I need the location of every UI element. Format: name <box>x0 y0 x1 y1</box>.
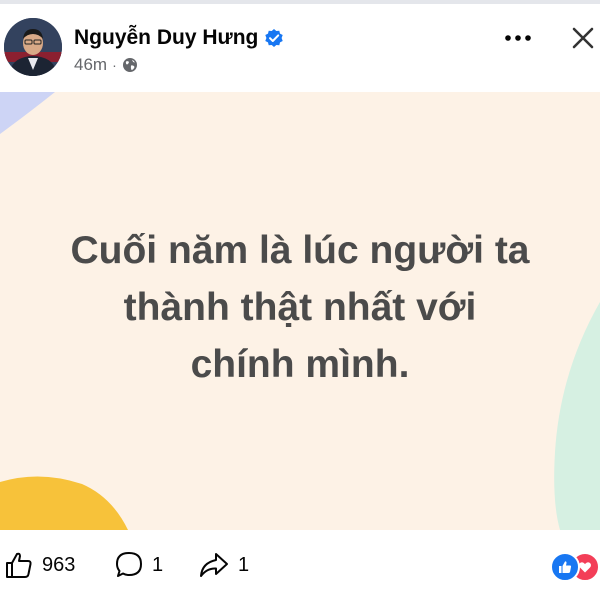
post-text-line: Cuối năm là lúc người ta <box>70 229 530 272</box>
post-background: Cuối năm là lúc người ta thành thật nhất… <box>0 92 600 530</box>
post-text-line: thành thật nhất với <box>123 286 477 329</box>
close-button[interactable] <box>566 20 600 56</box>
globe-icon[interactable] <box>122 57 138 73</box>
author-link[interactable]: Nguyễn Duy Hưng <box>74 26 284 50</box>
close-icon <box>572 27 594 49</box>
timestamp[interactable]: 46m <box>74 55 107 75</box>
share-button[interactable]: 1 <box>198 550 249 580</box>
comment-button[interactable]: 1 <box>114 550 163 580</box>
like-reaction-icon <box>550 552 580 582</box>
post-header: Nguyễn Duy Hưng 46m · <box>0 4 600 92</box>
like-count: 963 <box>42 553 76 576</box>
reactions-summary[interactable] <box>550 552 600 582</box>
post-footer: 963 1 1 <box>0 530 600 600</box>
comment-count: 1 <box>152 553 164 576</box>
share-arrow-icon <box>200 553 228 577</box>
post-text-line: chính mình. <box>190 343 410 386</box>
post-meta: 46m · <box>74 55 138 75</box>
avatar[interactable] <box>4 18 62 76</box>
like-button[interactable]: 963 <box>4 550 75 580</box>
share-count: 1 <box>238 553 250 576</box>
post-text: Cuối năm là lúc người ta thành thật nhất… <box>30 222 570 393</box>
verified-badge-icon <box>264 28 284 48</box>
meta-separator: · <box>112 57 117 73</box>
more-horizontal-icon <box>505 35 531 41</box>
thumbs-up-icon <box>6 552 32 578</box>
comment-bubble-icon <box>116 552 142 577</box>
more-options-button[interactable] <box>500 22 536 54</box>
author-name[interactable]: Nguyễn Duy Hưng <box>74 26 258 50</box>
